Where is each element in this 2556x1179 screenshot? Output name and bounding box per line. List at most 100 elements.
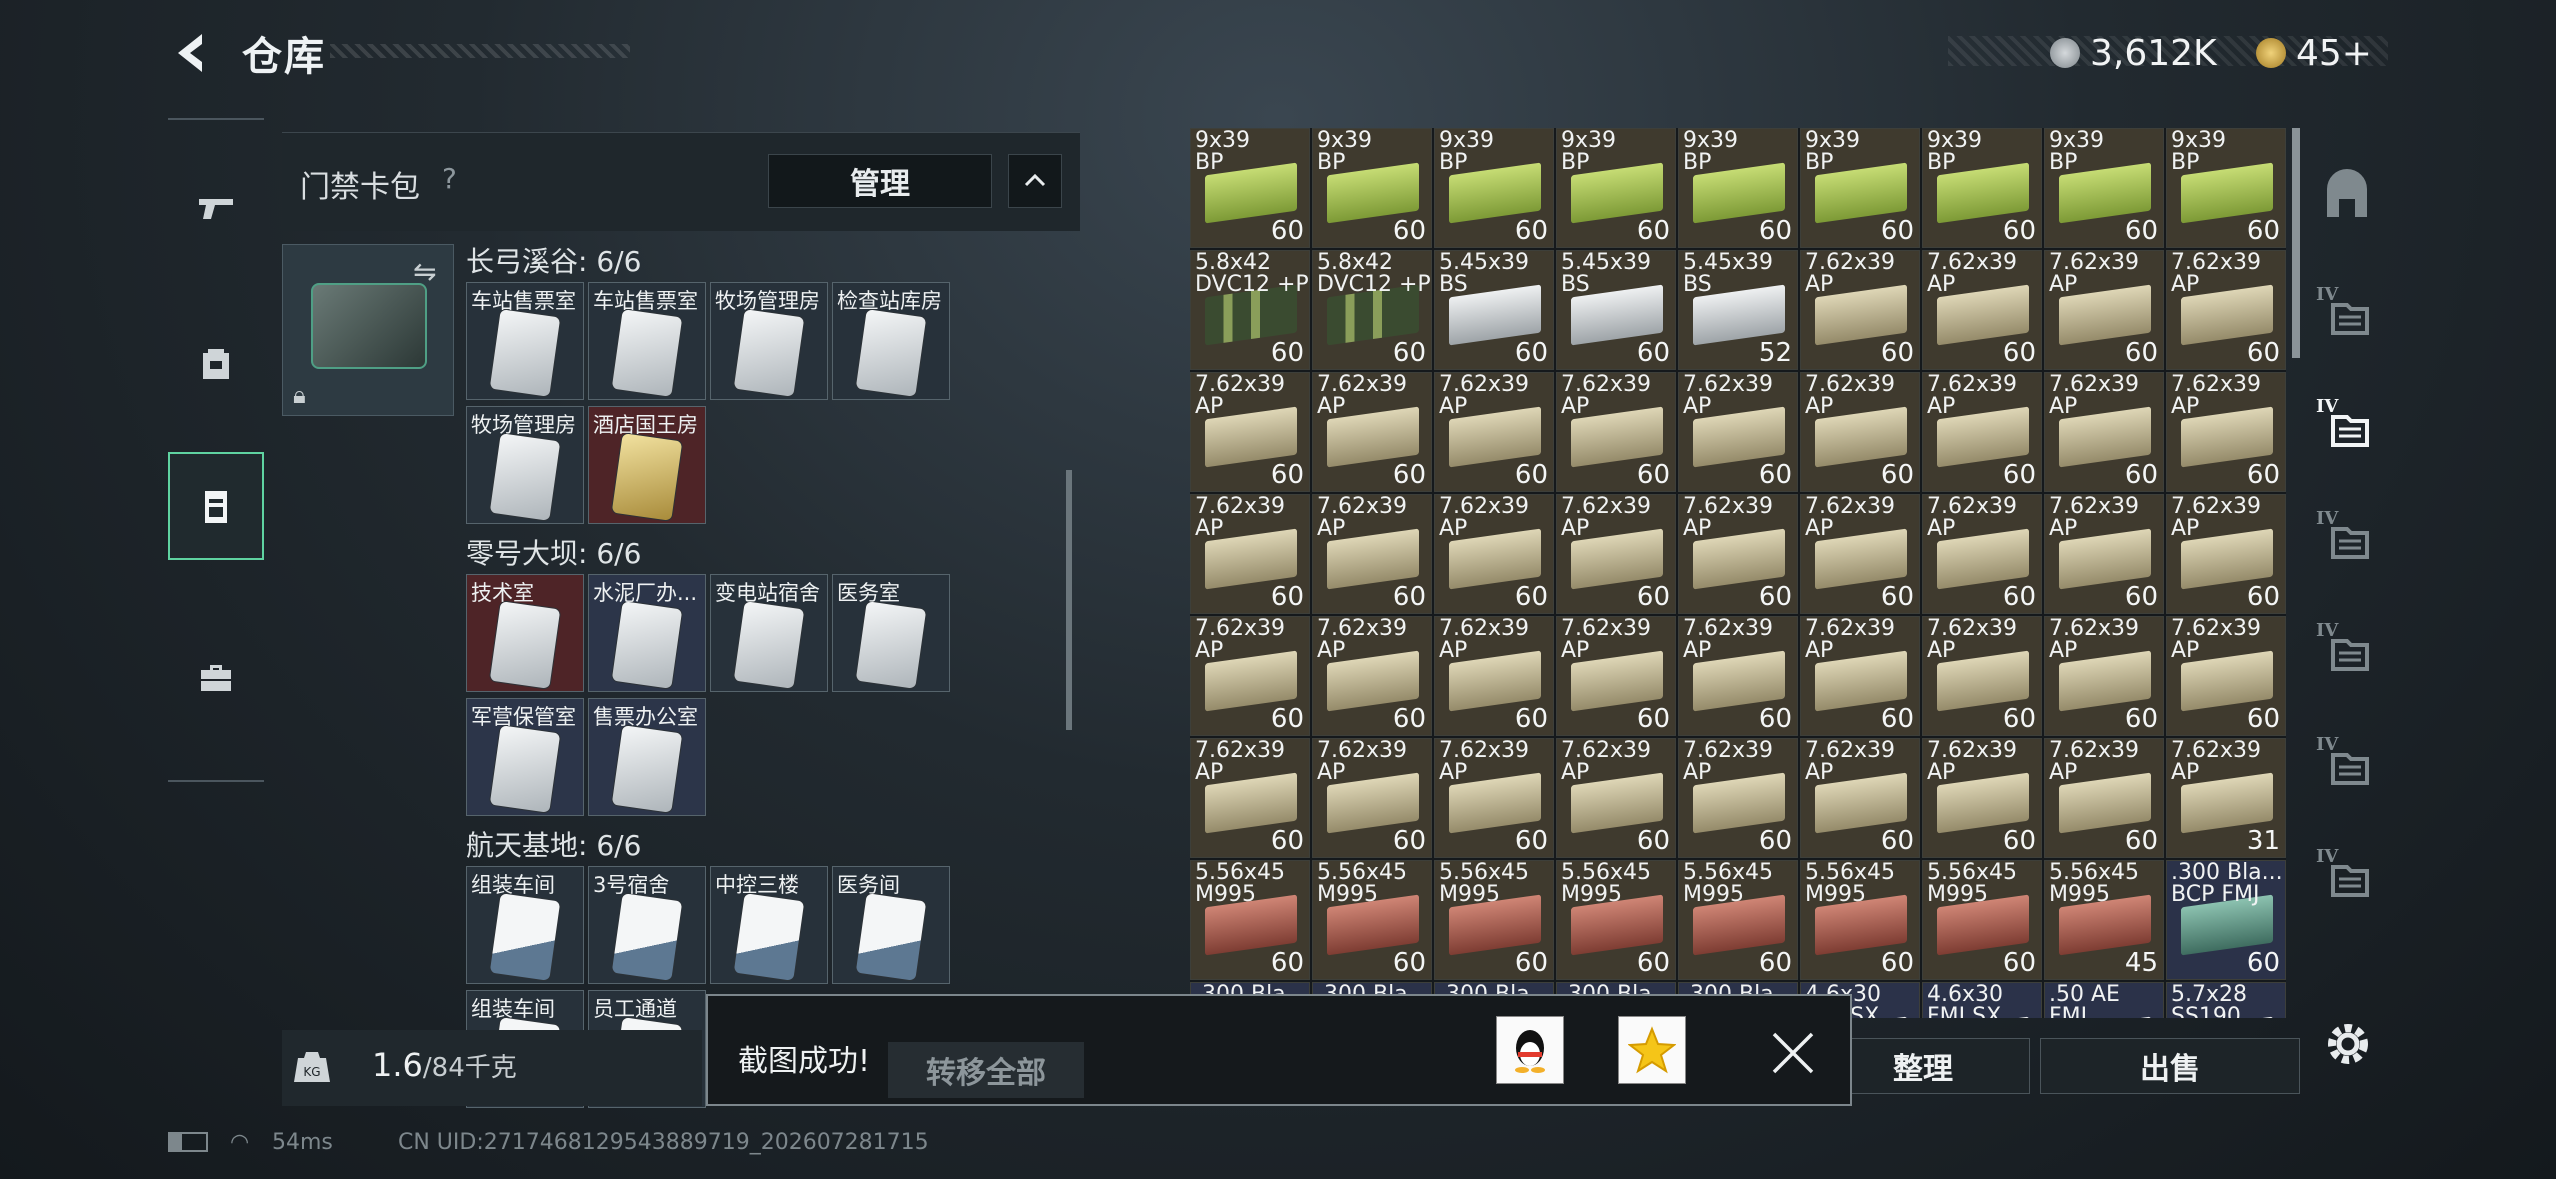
inventory-item[interactable]: 7.62x39 AP 60: [1800, 250, 1920, 370]
inventory-item[interactable]: 5.7x28 SS190: [2166, 982, 2286, 1018]
inventory-item[interactable]: 7.62x39 AP 60: [1922, 494, 2042, 614]
manage-button[interactable]: 管理: [768, 154, 992, 208]
keycard-scrollbar[interactable]: [1066, 470, 1072, 730]
keycard-slot[interactable]: 牧场管理房: [466, 406, 584, 524]
inventory-item[interactable]: 7.62x39 AP 60: [1434, 494, 1554, 614]
inventory-item[interactable]: .50 AE FMJ: [2044, 982, 2164, 1018]
inventory-item[interactable]: 9x39 BP 60: [2166, 128, 2286, 248]
storage-tab[interactable]: IV: [2310, 728, 2384, 802]
inventory-item[interactable]: 7.62x39 AP 60: [1556, 494, 1676, 614]
inventory-item[interactable]: 7.62x39 AP 60: [2044, 494, 2164, 614]
inventory-item[interactable]: 9x39 BP 60: [1922, 128, 2042, 248]
inventory-item[interactable]: 7.62x39 AP 60: [1922, 372, 2042, 492]
inventory-item[interactable]: 5.8x42 DVC12 +P 60: [1190, 250, 1310, 370]
keycard-slot[interactable]: 牧场管理房: [710, 282, 828, 400]
keycard-slot[interactable]: 售票办公室: [588, 698, 706, 816]
swap-icon[interactable]: ⇋: [413, 255, 436, 288]
inventory-item[interactable]: 7.62x39 AP 60: [1922, 738, 2042, 858]
keycard-slot[interactable]: 酒店国王房: [588, 406, 706, 524]
inventory-item[interactable]: 5.56x45 M995 60: [1434, 860, 1554, 980]
inventory-item[interactable]: 7.62x39 AP 60: [2044, 738, 2164, 858]
inventory-item[interactable]: 7.62x39 AP 60: [1434, 738, 1554, 858]
inventory-item[interactable]: 7.62x39 AP 60: [2166, 616, 2286, 736]
inventory-item[interactable]: 7.62x39 AP 60: [1312, 616, 1432, 736]
inventory-item[interactable]: 5.8x42 DVC12 +P 60: [1312, 250, 1432, 370]
inventory-item[interactable]: 7.62x39 AP 60: [1678, 616, 1798, 736]
inventory-item[interactable]: 5.56x45 M995 60: [1800, 860, 1920, 980]
inventory-item[interactable]: 7.62x39 AP 60: [1800, 616, 1920, 736]
inventory-item[interactable]: 7.62x39 AP 60: [2166, 494, 2286, 614]
inventory-item[interactable]: 7.62x39 AP 60: [1922, 250, 2042, 370]
inventory-item[interactable]: 5.45x39 BS 60: [1556, 250, 1676, 370]
nav-keycard-case[interactable]: [168, 452, 264, 560]
inventory-item[interactable]: 7.62x39 AP 60: [2044, 250, 2164, 370]
inventory-item[interactable]: 9x39 BP 60: [1678, 128, 1798, 248]
close-icon[interactable]: [1766, 1026, 1820, 1080]
keycard-slot[interactable]: 医务室: [832, 574, 950, 692]
inventory-item[interactable]: 7.62x39 AP 60: [1190, 738, 1310, 858]
keycard-slot[interactable]: 军营保管室: [466, 698, 584, 816]
inventory-item[interactable]: 5.45x39 BS 60: [1434, 250, 1554, 370]
inventory-item[interactable]: 7.62x39 AP 60: [2044, 372, 2164, 492]
keycard-case-item[interactable]: ⇋ 🔒︎: [282, 244, 454, 416]
inventory-item[interactable]: 7.62x39 AP 60: [1190, 494, 1310, 614]
inventory-item[interactable]: 7.62x39 AP 60: [1434, 616, 1554, 736]
inventory-item[interactable]: 7.62x39 AP 60: [1190, 616, 1310, 736]
inventory-item[interactable]: 5.56x45 M995 60: [1190, 860, 1310, 980]
collapse-button[interactable]: [1008, 154, 1062, 208]
inventory-scrollbar[interactable]: [2292, 128, 2300, 358]
share-qq-button[interactable]: [1496, 1016, 1564, 1084]
inventory-item[interactable]: 7.62x39 AP 60: [1556, 738, 1676, 858]
inventory-item[interactable]: 5.56x45 M995 45: [2044, 860, 2164, 980]
inventory-item[interactable]: 7.62x39 AP 60: [1312, 738, 1432, 858]
inventory-item[interactable]: 4.6x30 FMJ SX: [1922, 982, 2042, 1018]
keycard-slot[interactable]: 3号宿舍: [588, 866, 706, 984]
share-qzone-button[interactable]: [1618, 1016, 1686, 1084]
help-icon[interactable]: ?: [442, 162, 457, 195]
inventory-item[interactable]: 7.62x39 AP 60: [1312, 494, 1432, 614]
inventory-item[interactable]: 5.45x39 BS 52: [1678, 250, 1798, 370]
inventory-item[interactable]: 5.56x45 M995 60: [1312, 860, 1432, 980]
inventory-item[interactable]: 7.62x39 AP 60: [1800, 738, 1920, 858]
inventory-item[interactable]: 5.56x45 M995 60: [1678, 860, 1798, 980]
storage-tab[interactable]: IV: [2310, 390, 2384, 464]
inventory-item[interactable]: 7.62x39 AP 60: [1678, 738, 1798, 858]
inventory-item[interactable]: 7.62x39 AP 60: [2166, 372, 2286, 492]
inventory-item[interactable]: 7.62x39 AP 60: [1556, 616, 1676, 736]
inventory-item[interactable]: 7.62x39 AP 60: [1678, 494, 1798, 614]
keycard-slot[interactable]: 医务间: [832, 866, 950, 984]
keycard-slot[interactable]: 车站售票室: [588, 282, 706, 400]
keycard-slot[interactable]: 中控三楼: [710, 866, 828, 984]
nav-toolbox[interactable]: [168, 628, 264, 728]
storage-tab[interactable]: [2310, 160, 2384, 234]
keycard-slot[interactable]: 变电站宿舍: [710, 574, 828, 692]
keycard-slot[interactable]: 检查站库房: [832, 282, 950, 400]
inventory-item[interactable]: 9x39 BP 60: [1556, 128, 1676, 248]
storage-tab[interactable]: IV: [2310, 278, 2384, 352]
sell-button[interactable]: 出售: [2040, 1038, 2300, 1094]
inventory-item[interactable]: 7.62x39 AP 60: [1800, 372, 1920, 492]
inventory-item[interactable]: 7.62x39 AP 60: [1190, 372, 1310, 492]
inventory-item[interactable]: 7.62x39 AP 60: [2044, 616, 2164, 736]
settings-gear-icon[interactable]: [2320, 1016, 2376, 1072]
storage-tab[interactable]: IV: [2310, 840, 2384, 914]
inventory-item[interactable]: 7.62x39 AP 60: [1556, 372, 1676, 492]
storage-tab[interactable]: IV: [2310, 614, 2384, 688]
inventory-item[interactable]: 9x39 BP 60: [2044, 128, 2164, 248]
inventory-item[interactable]: 7.62x39 AP 60: [1678, 372, 1798, 492]
inventory-item[interactable]: 7.62x39 AP 31: [2166, 738, 2286, 858]
inventory-item[interactable]: 7.62x39 AP 60: [1922, 616, 2042, 736]
inventory-item[interactable]: 7.62x39 AP 60: [1434, 372, 1554, 492]
inventory-item[interactable]: 5.56x45 M995 60: [1922, 860, 2042, 980]
inventory-item[interactable]: 7.62x39 AP 60: [1800, 494, 1920, 614]
back-arrow-icon[interactable]: [168, 28, 218, 78]
inventory-item[interactable]: 9x39 BP 60: [1434, 128, 1554, 248]
inventory-item[interactable]: 5.56x45 M995 60: [1556, 860, 1676, 980]
inventory-item[interactable]: .300 Bla... BCP FMJ 60: [2166, 860, 2286, 980]
nav-weapons[interactable]: [168, 158, 264, 258]
keycard-slot[interactable]: 水泥厂办...: [588, 574, 706, 692]
transfer-all-button[interactable]: 转移全部: [888, 1042, 1084, 1098]
currency-gold[interactable]: 45+: [2256, 30, 2372, 76]
inventory-item[interactable]: 9x39 BP 60: [1312, 128, 1432, 248]
keycard-slot[interactable]: 技术室: [466, 574, 584, 692]
